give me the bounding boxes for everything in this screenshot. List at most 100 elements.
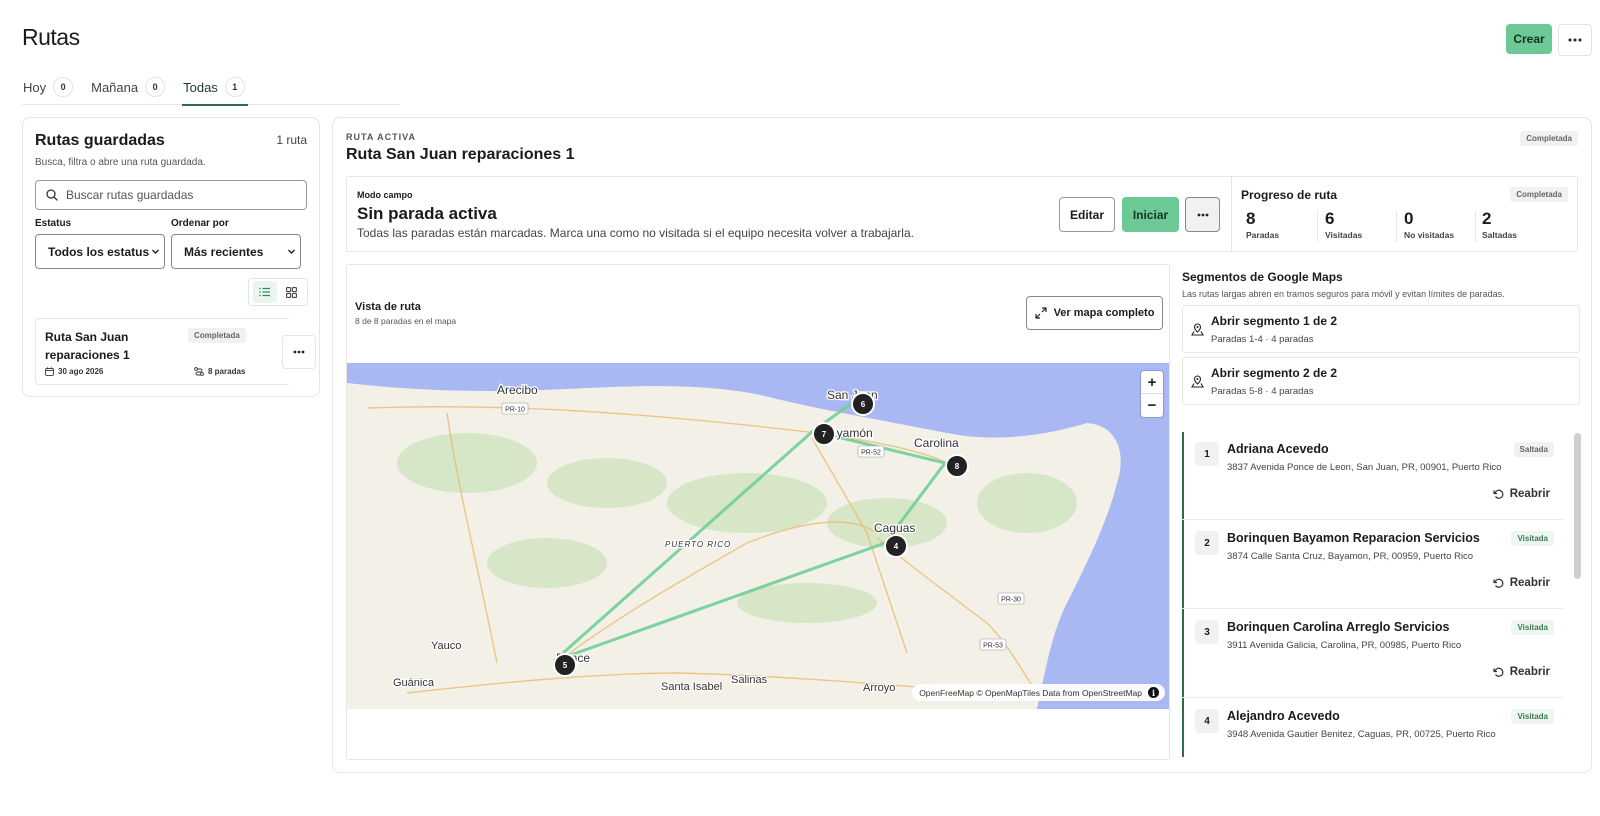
reopen-label: Reabrir — [1509, 666, 1550, 678]
full-map-label: Ver mapa completo — [1053, 307, 1155, 319]
stop-name: Borinquen Bayamon Reparacion Servicios — [1227, 531, 1480, 545]
status-badge: Visitada — [1511, 709, 1554, 724]
route-map[interactable]: PR-10 PR-52 PR-30 PR-53 Arecibo San Juan… — [347, 363, 1169, 709]
edit-button[interactable]: Editar — [1059, 197, 1115, 232]
place-label: Carolina — [914, 436, 959, 450]
grid-view-button[interactable] — [279, 281, 303, 303]
tab-count: 0 — [145, 77, 166, 97]
sort-select-value: Más recientes — [184, 244, 264, 259]
stop-address: 3948 Avenida Gautier Benitez, Caguas, PR… — [1227, 729, 1496, 740]
reopen-button[interactable]: Reabrir — [1493, 577, 1550, 589]
place-label: Arecibo — [497, 383, 538, 397]
rotate-ccw-icon — [1493, 489, 1504, 499]
stat-skipped: 2 Saltadas — [1482, 209, 1517, 241]
map-pin-icon — [1191, 375, 1204, 388]
stop-item: 2 Borinquen Bayamon Reparacion Servicios… — [1182, 520, 1564, 609]
stop-name: Borinquen Carolina Arreglo Servicios — [1227, 620, 1450, 634]
stat-visited: 6 Visitadas — [1325, 210, 1363, 241]
calendar-icon — [45, 367, 54, 376]
rotate-ccw-icon — [1493, 667, 1504, 677]
info-icon[interactable]: i — [1148, 687, 1159, 698]
google-maps-segments: Segmentos de Google Maps Las rutas larga… — [1182, 266, 1580, 405]
search-icon — [46, 189, 58, 201]
sort-select[interactable]: Más recientes — [171, 234, 301, 269]
tab-today[interactable]: Hoy 0 — [22, 70, 74, 104]
saved-route-card[interactable]: Ruta San Juan reparaciones 1 Completada … — [35, 318, 289, 385]
list-view-button[interactable] — [253, 281, 277, 303]
segment-title: Abrir segmento 1 de 2 — [1211, 314, 1338, 328]
chevron-down-icon — [288, 249, 295, 254]
field-mode-box: Modo campo Sin parada activa Todas las p… — [346, 176, 1578, 252]
segments-subtitle: Las rutas largas abren en tramos seguros… — [1182, 289, 1505, 299]
field-mode-title: Sin parada activa — [357, 204, 497, 223]
segment-title: Abrir segmento 2 de 2 — [1211, 366, 1338, 380]
saved-routes-subtitle: Busca, filtra o abre una ruta guardada. — [35, 157, 206, 168]
search-input[interactable] — [66, 188, 286, 202]
segment-subtitle: Paradas 5-8 · 4 paradas — [1211, 386, 1314, 397]
saved-routes-title: Rutas guardadas — [35, 132, 165, 149]
stop-number: 4 — [1195, 709, 1219, 733]
stat-value: 8 — [1246, 209, 1256, 228]
map-card-title: Vista de ruta — [355, 301, 421, 313]
stop-name: Alejandro Acevedo — [1227, 709, 1340, 723]
list-icon — [259, 287, 270, 297]
marker-label: 5 — [563, 661, 568, 670]
stop-item: 1 Adriana Acevedo 3837 Avenida Ponce de … — [1182, 431, 1564, 520]
status-select[interactable]: Todos los estatus — [35, 234, 165, 269]
route-icon — [194, 367, 204, 376]
place-label: Caguas — [874, 521, 915, 535]
status-badge: Saltada — [1513, 442, 1554, 457]
stat-value: 2 — [1482, 209, 1492, 228]
saved-routes-count: 1 ruta — [276, 133, 307, 147]
reopen-button[interactable]: Reabrir — [1493, 488, 1550, 500]
reopen-label: Reabrir — [1509, 577, 1550, 589]
saved-route-name: Ruta San Juan reparaciones 1 — [45, 330, 130, 362]
stat-label: Visitadas — [1325, 230, 1363, 240]
rotate-ccw-icon — [1493, 578, 1504, 588]
more-options-button[interactable] — [1558, 24, 1592, 56]
sort-label: Ordenar por — [171, 218, 229, 229]
more-horizontal-icon — [293, 350, 305, 354]
stat-label: Saltadas — [1482, 230, 1517, 240]
status-select-value: Todos los estatus — [48, 244, 150, 259]
place-label: Santa Isabel — [661, 681, 722, 693]
start-button[interactable]: Iniciar — [1122, 197, 1179, 232]
stops-scrollbar[interactable] — [1574, 433, 1581, 579]
status-filter-label: Estatus — [35, 218, 72, 229]
map-card-subtitle: 8 de 8 paradas en el mapa — [355, 316, 457, 326]
field-mode-subtitle: Todas las paradas están marcadas. Marca … — [357, 226, 914, 240]
full-map-button[interactable]: Ver mapa completo — [1026, 296, 1163, 330]
tab-all[interactable]: Todas 1 — [182, 70, 248, 106]
marker-label: 8 — [955, 462, 960, 471]
road-label: PR-10 — [505, 407, 525, 414]
tab-tomorrow[interactable]: Mañana 0 — [90, 70, 166, 104]
chevron-down-icon — [152, 249, 159, 254]
place-label: PUERTO RICO — [665, 540, 731, 549]
field-mode-label: Modo campo — [357, 190, 413, 200]
zoom-out-button[interactable]: − — [1141, 394, 1163, 417]
stop-name: Adriana Acevedo — [1227, 442, 1329, 456]
stat-stops: 8 Paradas — [1246, 209, 1279, 241]
saved-route-more-button[interactable] — [282, 335, 316, 369]
create-button[interactable]: Crear — [1506, 24, 1552, 54]
field-mode-more-button[interactable] — [1185, 197, 1220, 232]
tab-count: 1 — [224, 77, 245, 97]
segment-link-1[interactable]: Abrir segmento 1 de 2 Paradas 1-4 · 4 pa… — [1182, 305, 1580, 353]
view-toggle — [248, 278, 308, 306]
reopen-label: Reabrir — [1509, 488, 1550, 500]
road-label: PR-53 — [983, 643, 1003, 650]
reopen-button[interactable]: Reabrir — [1493, 666, 1550, 678]
tab-label: Mañana — [91, 79, 139, 95]
map-attribution: OpenFreeMap © OpenMapTiles Data from Ope… — [912, 684, 1165, 701]
marker-label: 7 — [822, 430, 827, 439]
place-label: Guánica — [393, 677, 435, 689]
stop-number: 3 — [1195, 620, 1219, 644]
segment-subtitle: Paradas 1-4 · 4 paradas — [1211, 334, 1314, 345]
place-label: Yauco — [431, 640, 461, 652]
stop-address: 3874 Calle Santa Cruz, Bayamon, PR, 0095… — [1227, 551, 1474, 562]
stat-divider — [1317, 210, 1318, 242]
segment-link-2[interactable]: Abrir segmento 2 de 2 Paradas 5-8 · 4 pa… — [1182, 357, 1580, 405]
marker-label: 6 — [861, 400, 866, 409]
zoom-in-button[interactable]: + — [1141, 371, 1163, 394]
stop-number: 1 — [1195, 442, 1219, 466]
